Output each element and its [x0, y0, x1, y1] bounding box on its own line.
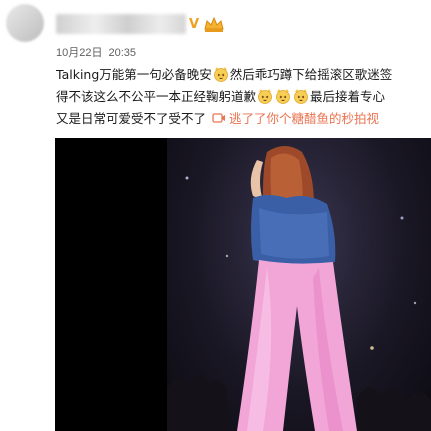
video-link-icon[interactable]: [212, 112, 226, 124]
text-segment: Talking万能第一句必备晚安: [56, 67, 212, 82]
post-timestamp[interactable]: 10月22日 20:35: [56, 44, 136, 60]
post-text-line-3: 又是日常可爱受不了受不了 逃了了你个糖醋鱼的秒拍视: [56, 108, 431, 130]
post-time: 20:35: [108, 47, 137, 59]
post-header: V 10月22日 20:35: [0, 0, 431, 62]
video-thumbnail[interactable]: [55, 138, 431, 431]
avatar-blurred[interactable]: [6, 4, 44, 42]
post-text-line-1: Talking万能第一句必备晚安 然后乖巧蹲下给摇滚区歌迷签: [56, 64, 431, 86]
cat-face-emoji-icon: [258, 89, 272, 104]
text-segment: 又是日常可爱受不了受不了: [56, 111, 207, 126]
text-segment: 得不该这么不公平一本正经鞠躬道歉: [56, 89, 257, 104]
verified-v-icon: V: [189, 17, 200, 32]
cat-face-emoji-icon: [213, 67, 228, 82]
text-segment: 最后接着专心: [310, 89, 386, 104]
cat-face-emoji-icon: [294, 89, 308, 104]
cat-face-emoji-icon: [276, 89, 290, 104]
video-link-text[interactable]: 逃了了你个糖醋鱼的秒拍视: [229, 111, 379, 126]
post-date: 10月22日: [56, 47, 103, 59]
username-blurred[interactable]: [56, 14, 186, 34]
performer-illustration: [167, 146, 431, 431]
text-segment: 然后乖巧蹲下给摇滚区歌迷签: [229, 67, 393, 82]
video-still-image[interactable]: [167, 138, 431, 431]
vip-badge-icon[interactable]: [203, 15, 225, 33]
post-text-line-2: 得不该这么不公平一本正经鞠躬道歉 最后接着专心: [56, 86, 431, 108]
post-body-text: Talking万能第一句必备晚安 然后乖巧蹲下给摇滚区歌迷签 得不该这么不公平一…: [56, 64, 431, 134]
